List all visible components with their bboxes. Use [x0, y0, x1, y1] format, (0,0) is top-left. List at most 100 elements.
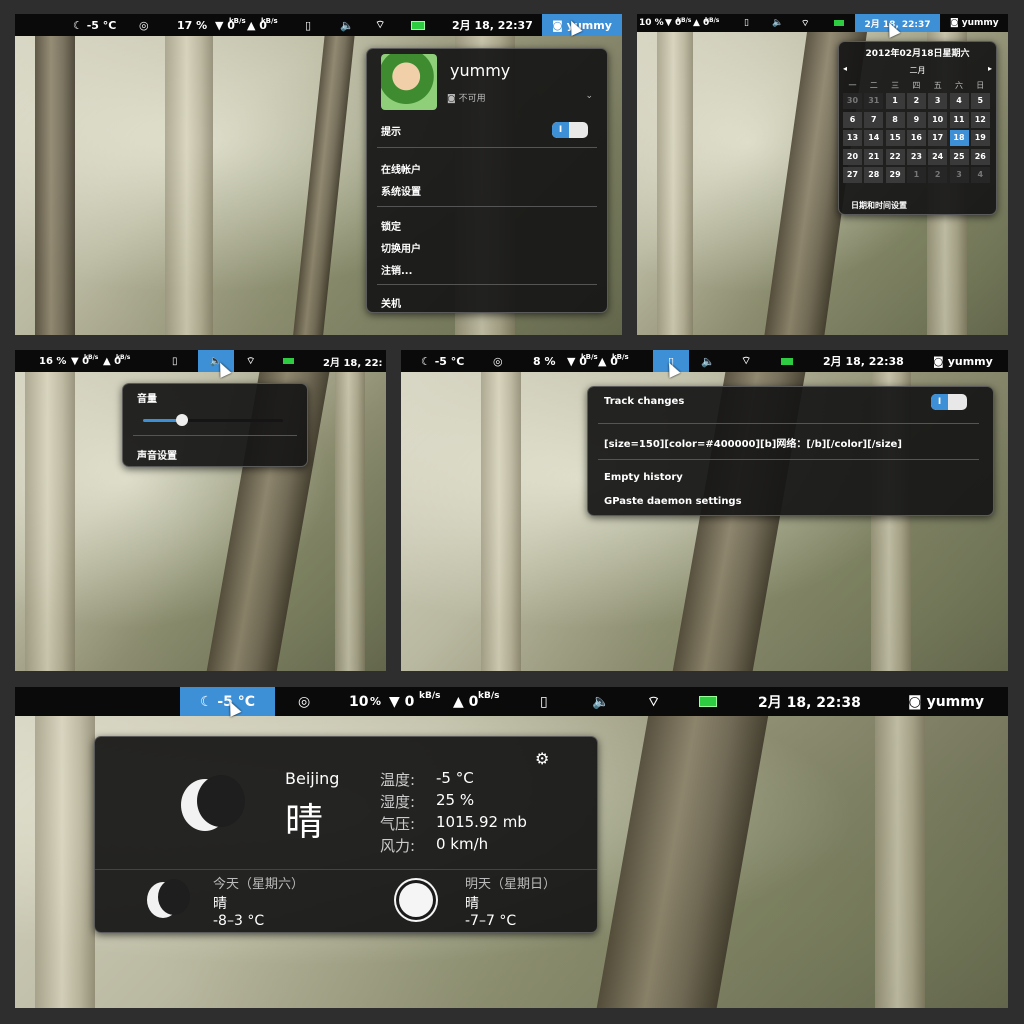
speed-unit: kB/s	[261, 17, 278, 25]
calendar-day[interactable]: 11	[949, 111, 969, 128]
weather-indicator[interactable]: ☾ -5 °C	[421, 350, 464, 372]
chrome-icon[interactable]: ◎	[139, 14, 149, 36]
calendar-day[interactable]: 9	[906, 111, 926, 128]
cpu-usage[interactable]: 8 %	[533, 350, 556, 372]
empty-history-item[interactable]: Empty history	[604, 472, 683, 483]
battery-icon[interactable]	[699, 687, 717, 716]
calendar-day[interactable]: 7	[864, 111, 884, 128]
clipboard-icon[interactable]: ▯	[172, 350, 178, 372]
online-accounts-item[interactable]: 在线帐户	[381, 161, 421, 176]
datetime-settings-link[interactable]: 日期和时间设置	[851, 200, 907, 211]
calendar-day[interactable]: 27	[843, 167, 862, 183]
notifications-toggle[interactable]: I	[552, 122, 588, 138]
chrome-icon[interactable]: ◎	[493, 350, 503, 372]
clock[interactable]: 2月 18, 22:	[323, 350, 383, 372]
track-changes-toggle[interactable]: I	[931, 394, 967, 410]
user-name: yummy	[947, 354, 993, 368]
battery-icon[interactable]	[411, 14, 425, 36]
volume-slider-knob[interactable]	[176, 414, 189, 426]
weather-indicator[interactable]: ☾ -5 °C	[73, 14, 116, 36]
calendar-day[interactable]: 31	[864, 93, 884, 109]
wifi-icon[interactable]: ⌔	[801, 14, 809, 32]
calendar-day[interactable]: 29	[885, 167, 905, 183]
calendar-day[interactable]: 22	[885, 148, 905, 165]
calendar-day[interactable]: 16	[906, 130, 926, 146]
chrome-icon[interactable]: ◎	[298, 687, 310, 716]
status-icon: ◙	[908, 693, 922, 710]
clipboard-icon[interactable]: ▯	[744, 14, 749, 32]
next-month-button[interactable]: ▸	[988, 64, 992, 73]
cpu-usage[interactable]: 17 %	[177, 14, 207, 36]
calendar-day[interactable]: 21	[864, 148, 884, 165]
wifi-icon[interactable]: ⌔	[375, 14, 385, 36]
clock[interactable]: 2月 18, 22:38	[758, 687, 861, 716]
cpu-usage[interactable]: 10 %	[639, 14, 664, 32]
calendar-day[interactable]: 6	[843, 111, 862, 128]
volume-icon[interactable]: 🔈	[592, 687, 609, 716]
wifi-icon[interactable]: ⌔	[647, 687, 660, 716]
shutdown-item[interactable]: 关机	[381, 295, 401, 310]
battery-icon[interactable]	[781, 350, 793, 372]
calendar-day[interactable]: 13	[843, 130, 862, 146]
user-name: yummy	[450, 61, 511, 80]
calendar-day[interactable]: 3	[928, 93, 948, 109]
clock[interactable]: 2月 18, 22:38	[823, 350, 904, 372]
calendar-day[interactable]: 26	[970, 148, 990, 165]
track-changes-label: Track changes	[604, 396, 685, 407]
calendar-day[interactable]: 8	[885, 111, 905, 128]
calendar-day[interactable]: 4	[970, 167, 990, 183]
daemon-settings-item[interactable]: GPaste daemon settings	[604, 496, 742, 507]
clock[interactable]: 2月 18, 22:37	[452, 14, 533, 36]
wifi-icon[interactable]: ⌔	[246, 350, 255, 372]
user-menu-button[interactable]: ◙ yummy	[933, 350, 993, 372]
user-menu-button[interactable]: ◙ yummy	[542, 14, 622, 36]
calendar-day[interactable]: 2	[906, 93, 926, 109]
battery-icon[interactable]	[834, 14, 844, 32]
calendar-day[interactable]: 3	[949, 167, 969, 183]
sound-settings-item[interactable]: 声音设置	[137, 447, 177, 462]
calendar-day[interactable]: 19	[970, 130, 990, 146]
calendar-day[interactable]: 1	[885, 93, 905, 109]
calendar-day[interactable]: 18	[949, 130, 969, 146]
calendar-day[interactable]: 24	[928, 148, 948, 165]
system-settings-item[interactable]: 系统设置	[381, 183, 421, 198]
calendar-day[interactable]: 2	[928, 167, 948, 183]
calendar-day[interactable]: 17	[928, 130, 948, 146]
calendar-day[interactable]: 10	[928, 111, 948, 128]
calendar-day[interactable]: 28	[864, 167, 884, 183]
calendar-day[interactable]: 5	[970, 93, 990, 109]
calendar-day[interactable]: 12	[970, 111, 990, 128]
status-dropdown[interactable]: ◙ 不可用 ⌄	[447, 91, 593, 104]
top-bar: 16 % ▼ 0 kB/s ▲ 0 kB/s ▯ 🔈 ⌔ 2月 18, 22:	[15, 350, 386, 372]
upload-speed: ▲ 0	[453, 693, 479, 710]
clipboard-icon[interactable]: ▯	[540, 687, 548, 716]
calendar-day[interactable]: 20	[843, 148, 862, 165]
volume-icon[interactable]: 🔈	[701, 350, 715, 372]
weekday-label: 六	[955, 81, 963, 90]
calendar-day[interactable]: 25	[949, 148, 969, 165]
calendar-date-header: 2012年02月18日星期六	[865, 49, 970, 59]
lock-item[interactable]: 锁定	[381, 218, 401, 233]
gear-icon[interactable]: ⚙	[535, 749, 549, 768]
wifi-icon[interactable]: ⌔	[741, 350, 751, 372]
user-menu-button[interactable]: ◙ yummy	[950, 14, 999, 32]
calendar-day[interactable]: 15	[885, 130, 905, 146]
switch-user-item[interactable]: 切换用户	[381, 240, 421, 255]
calendar-day[interactable]: 23	[906, 148, 926, 165]
battery-icon[interactable]	[283, 350, 294, 372]
calendar-day[interactable]: 4	[949, 93, 969, 109]
calendar-day[interactable]: 1	[906, 167, 926, 183]
user-menu: yummy ◙ 不可用 ⌄ 提示 I 在线帐户 系统设置 锁定 切换用户 注销.…	[366, 48, 608, 313]
volume-icon[interactable]: 🔈	[772, 14, 783, 32]
logout-item[interactable]: 注销...	[381, 262, 412, 277]
volume-icon[interactable]: 🔈	[340, 14, 354, 36]
user-menu-button[interactable]: ◙ yummy	[908, 687, 984, 716]
clipboard-history-item[interactable]: [size=150][color=#400000][b]网络：[/b][/col…	[604, 435, 902, 450]
clipboard-icon[interactable]: ▯	[305, 14, 311, 36]
tomorrow-condition: 晴	[465, 896, 479, 912]
calendar-day[interactable]: 30	[843, 93, 862, 109]
cpu-usage[interactable]: 16 %	[39, 350, 66, 372]
calendar-day[interactable]: 14	[864, 130, 884, 146]
cpu-usage[interactable]: 10	[349, 687, 368, 716]
weekday-label: 五	[933, 81, 942, 90]
